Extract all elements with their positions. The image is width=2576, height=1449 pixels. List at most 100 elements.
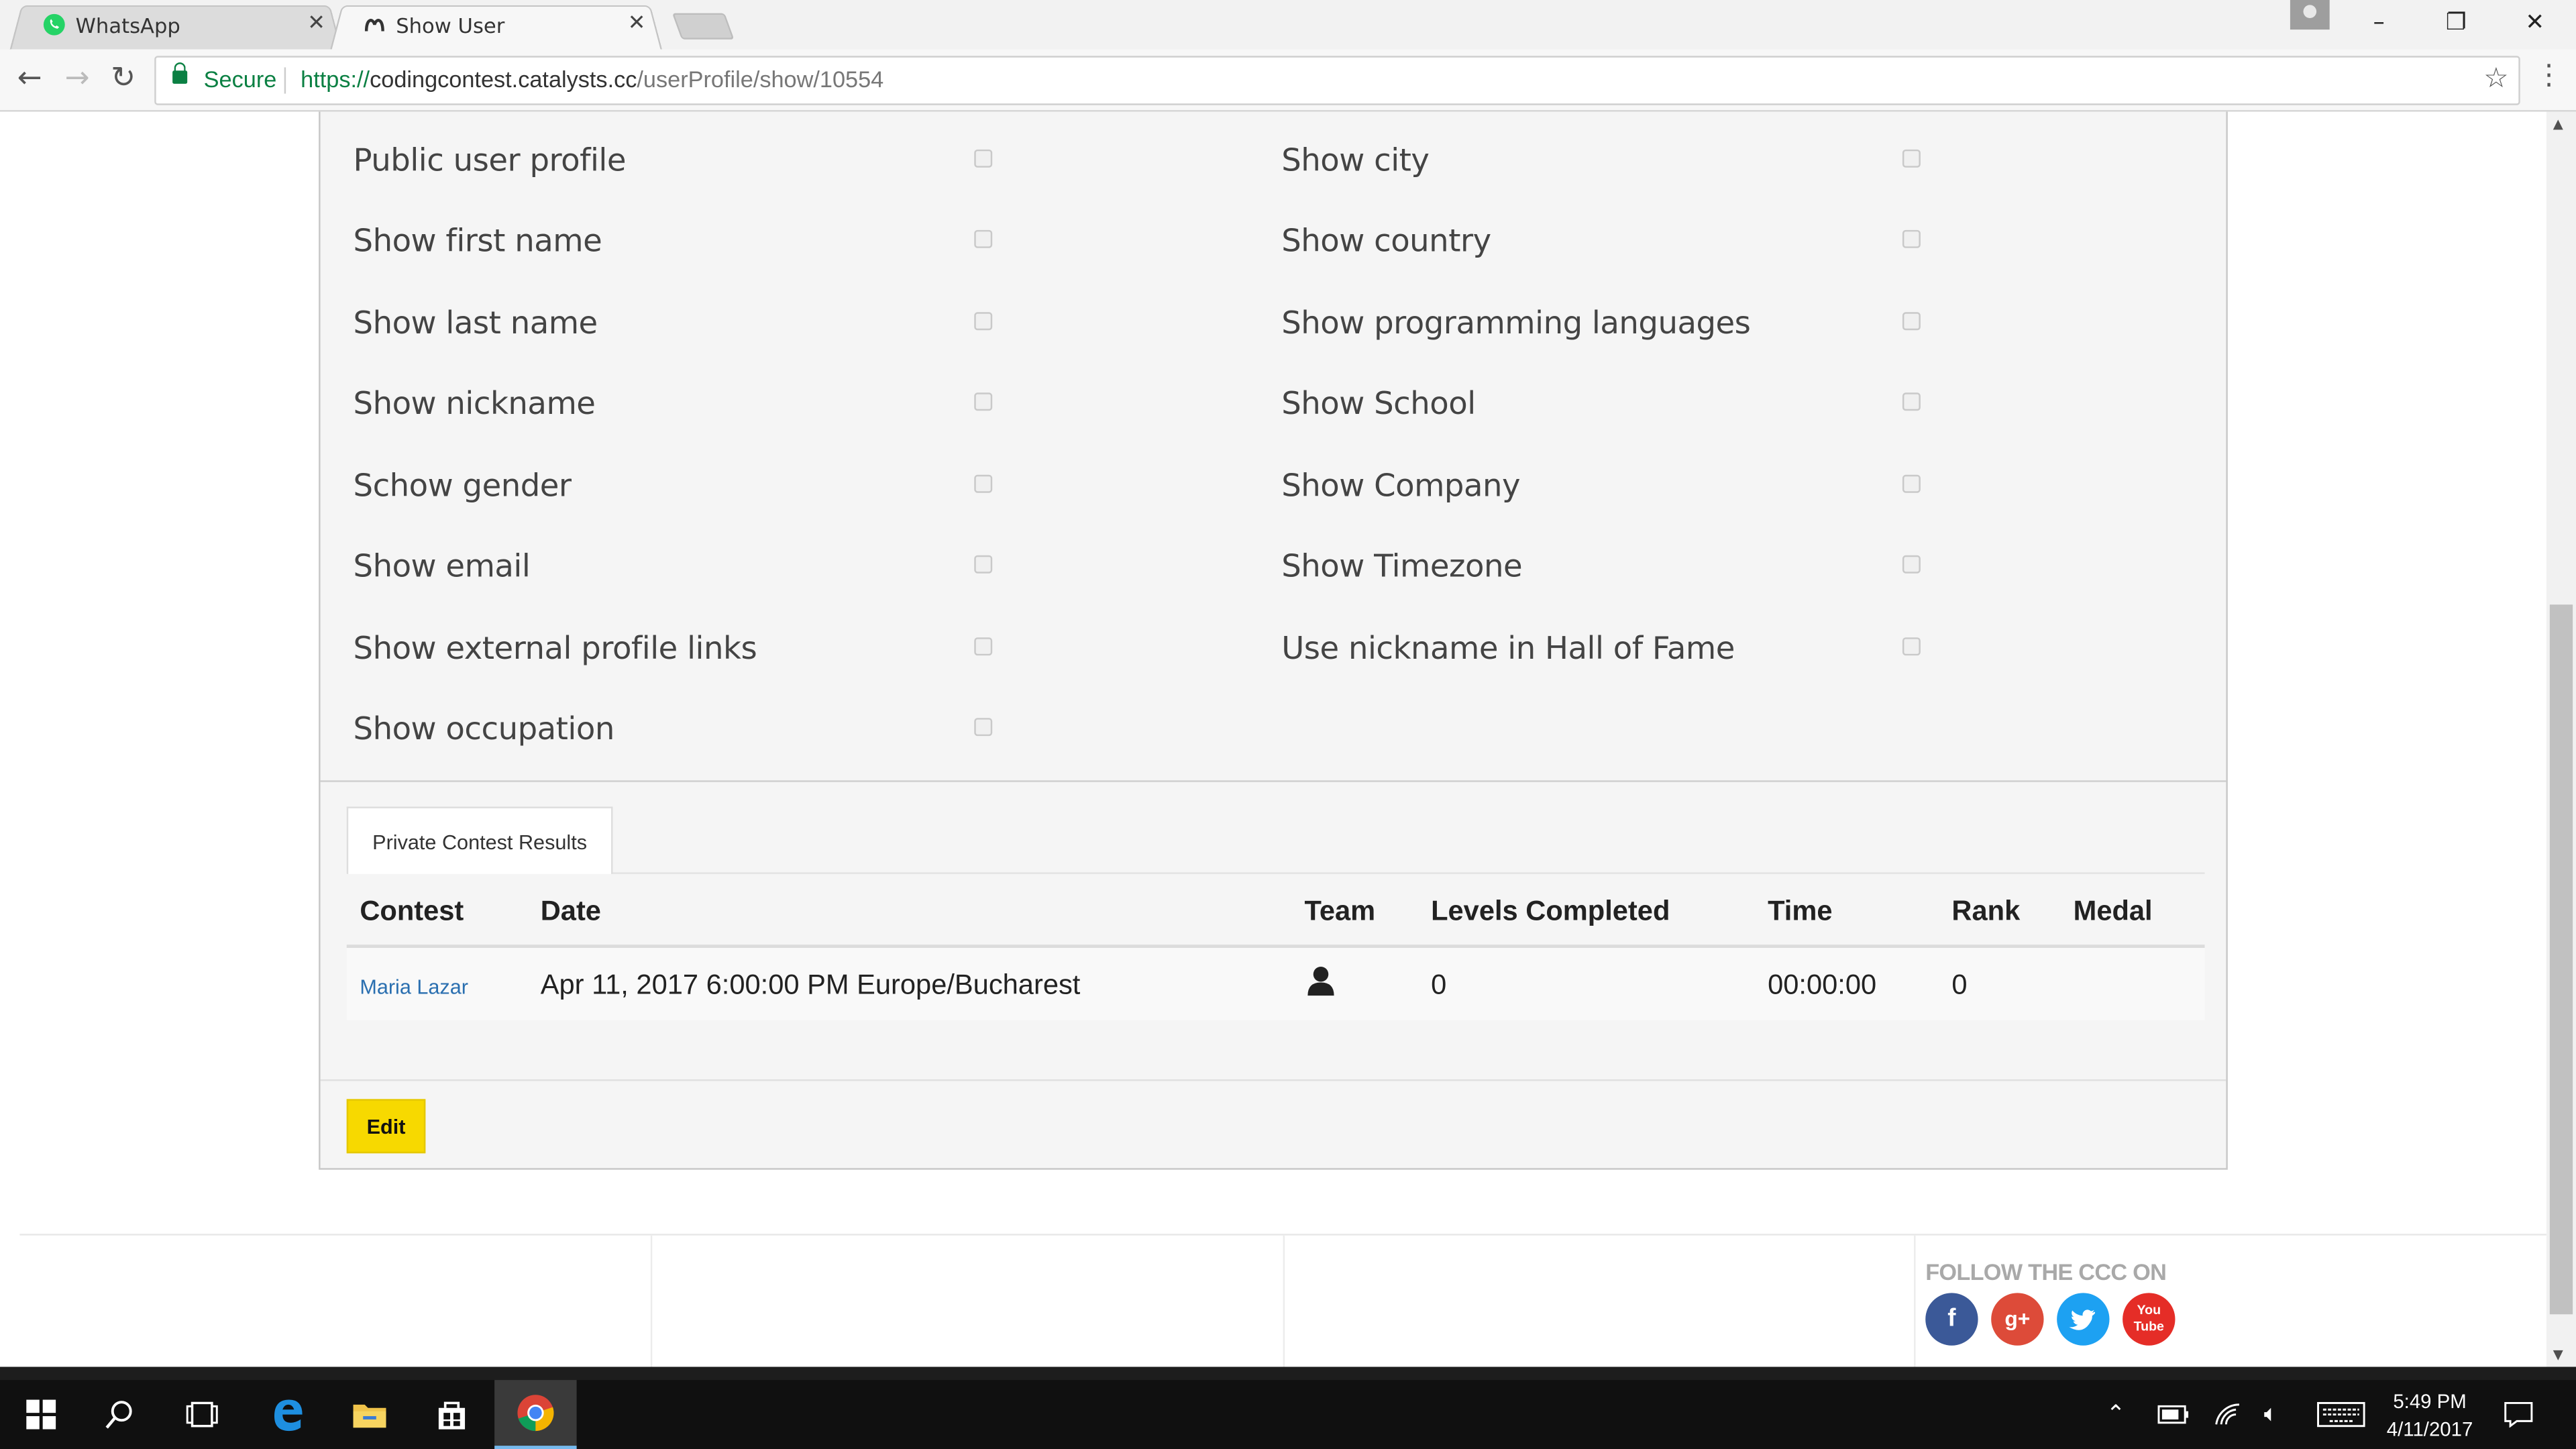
- pref-checkbox[interactable]: [1902, 392, 1921, 411]
- follow-label: FOLLOW THE CCC ON: [1925, 1258, 2167, 1285]
- volume-icon[interactable]: 🔈︎: [2264, 1380, 2278, 1449]
- pref-checkbox[interactable]: [974, 392, 993, 411]
- google-plus-icon[interactable]: g+: [1991, 1293, 2044, 1346]
- start-icon[interactable]: [0, 1380, 82, 1449]
- pref-checkbox[interactable]: [1902, 312, 1921, 331]
- clock-date: 4/11/2017: [2386, 1417, 2473, 1441]
- profile-icon[interactable]: [2290, 0, 2330, 30]
- pref-label: Show external profile links: [353, 631, 757, 667]
- tab-title: Show User: [396, 13, 505, 38]
- tab-private-contest-results[interactable]: Private Contest Results: [346, 806, 613, 874]
- clock-time: 5:49 PM: [2393, 1389, 2467, 1413]
- forward-arrow-icon[interactable]: →: [61, 62, 94, 95]
- pref-label: Show Company: [1281, 468, 1521, 504]
- pref-checkbox[interactable]: [974, 149, 993, 168]
- pref-label: Show School: [1281, 386, 1476, 423]
- show-hidden-icons[interactable]: ⌃: [2106, 1380, 2126, 1449]
- back-arrow-icon[interactable]: ←: [13, 62, 46, 95]
- browser-toolbar: ← → ↻ Secure https://codingcontest.catal…: [0, 49, 2576, 112]
- pref-checkbox[interactable]: [974, 312, 993, 331]
- battery-icon[interactable]: [2157, 1380, 2190, 1449]
- person-icon: [1307, 966, 1334, 996]
- twitter-icon[interactable]: [2057, 1293, 2110, 1346]
- pref-label: Use nickname in Hall of Fame: [1281, 631, 1735, 667]
- system-clock[interactable]: 5:49 PM 4/11/2017: [2372, 1388, 2487, 1444]
- pref-label: Show nickname: [353, 386, 596, 423]
- pref-checkbox[interactable]: [1902, 229, 1921, 248]
- secure-label: Secure: [203, 65, 277, 93]
- chrome-menu-icon[interactable]: ⋮: [2535, 59, 2563, 92]
- chrome-icon[interactable]: [494, 1380, 577, 1449]
- whatsapp-icon: [43, 13, 65, 36]
- close-tab-icon[interactable]: ✕: [307, 11, 325, 36]
- url-text[interactable]: https://codingcontest.catalysts.cc/userP…: [301, 66, 883, 92]
- levels-cell: 0: [1431, 969, 1447, 1001]
- column-header: Contest: [360, 895, 464, 927]
- close-tab-icon[interactable]: ✕: [628, 11, 646, 36]
- catalysts-icon: [364, 19, 384, 32]
- windows-taskbar: ⌃ 🔈︎ 5:49 PM 4/11/2017: [0, 1366, 2576, 1449]
- tab-show-user[interactable]: Show User ✕: [330, 1, 662, 50]
- pref-label: Schow gender: [353, 468, 572, 504]
- pref-label: Public user profile: [353, 143, 627, 179]
- tab-title: WhatsApp: [75, 13, 180, 38]
- pref-checkbox[interactable]: [1902, 555, 1921, 574]
- pref-label: Show Timezone: [1281, 548, 1523, 585]
- edge-icon[interactable]: [246, 1380, 328, 1449]
- file-explorer-icon[interactable]: [329, 1380, 411, 1449]
- pref-label: Show country: [1281, 223, 1491, 260]
- wifi-icon[interactable]: [2214, 1380, 2241, 1449]
- scrollbar-thumb[interactable]: [2549, 604, 2573, 1315]
- column-header: Rank: [1951, 895, 2021, 927]
- pref-checkbox[interactable]: [974, 718, 993, 737]
- page-scrollbar[interactable]: ▲ ▼: [2546, 111, 2576, 1367]
- contest-link[interactable]: Maria Lazar: [360, 976, 468, 999]
- lock-icon: [172, 62, 188, 84]
- column-header: Team: [1304, 895, 1376, 927]
- new-tab-button[interactable]: [672, 13, 735, 40]
- column-header: Date: [540, 895, 601, 927]
- date-cell: Apr 11, 2017 6:00:00 PM Europe/Bucharest: [540, 969, 1081, 1001]
- close-window-button[interactable]: ✕: [2497, 0, 2573, 49]
- keyboard-icon[interactable]: [2316, 1380, 2365, 1449]
- pref-checkbox[interactable]: [1902, 474, 1921, 493]
- pref-label: Show email: [353, 548, 531, 585]
- pref-label: Show first name: [353, 223, 602, 260]
- store-icon[interactable]: [411, 1380, 492, 1449]
- pref-checkbox[interactable]: [974, 229, 993, 248]
- rank-cell: 0: [1951, 969, 1968, 1001]
- tab-strip: WhatsApp ✕ Show User ✕ – ❐ ✕: [0, 0, 2576, 50]
- address-bar[interactable]: Secure https://codingcontest.catalysts.c…: [154, 56, 2520, 105]
- facebook-icon[interactable]: f: [1925, 1293, 1978, 1346]
- screen: WhatsApp ✕ Show User ✕ – ❐ ✕ ← → ↻ Secur…: [0, 0, 2576, 1449]
- youtube-icon[interactable]: You Tube: [2123, 1293, 2176, 1346]
- column-header: Time: [1768, 895, 1833, 927]
- pref-checkbox[interactable]: [974, 555, 993, 574]
- pref-label: Show city: [1281, 143, 1430, 179]
- tab-whatsapp[interactable]: WhatsApp ✕: [9, 1, 342, 50]
- scroll-down-icon[interactable]: ▼: [2553, 1347, 2563, 1362]
- reload-icon[interactable]: ↻: [107, 62, 140, 95]
- pref-label: Show occupation: [353, 711, 615, 748]
- column-header: Medal: [2073, 895, 2153, 927]
- bookmark-star-icon[interactable]: ☆: [2483, 62, 2508, 95]
- pref-label: Show last name: [353, 305, 598, 342]
- column-header: Levels Completed: [1431, 895, 1670, 927]
- action-center-icon[interactable]: [2504, 1380, 2533, 1449]
- restore-button[interactable]: ❐: [2418, 0, 2494, 49]
- task-view-icon[interactable]: [161, 1380, 243, 1449]
- pref-label: Show programming languages: [1281, 305, 1751, 342]
- pref-checkbox[interactable]: [974, 474, 993, 493]
- privacy-settings: Public user profile Show first name Show…: [320, 112, 2226, 782]
- edit-button[interactable]: Edit: [346, 1099, 426, 1154]
- minimize-button[interactable]: –: [2341, 0, 2417, 49]
- site-footer: FOLLOW THE CCC ON f g+ You Tube: [19, 1234, 2546, 1367]
- pref-checkbox[interactable]: [974, 637, 993, 656]
- search-icon[interactable]: [79, 1380, 161, 1449]
- pref-checkbox[interactable]: [1902, 637, 1921, 656]
- profile-panel: Public user profile Show first name Show…: [319, 111, 2228, 1170]
- pref-checkbox[interactable]: [1902, 149, 1921, 168]
- scroll-up-icon[interactable]: ▲: [2553, 117, 2563, 131]
- time-cell: 00:00:00: [1768, 969, 1877, 1001]
- page-viewport: Public user profile Show first name Show…: [0, 111, 2546, 1367]
